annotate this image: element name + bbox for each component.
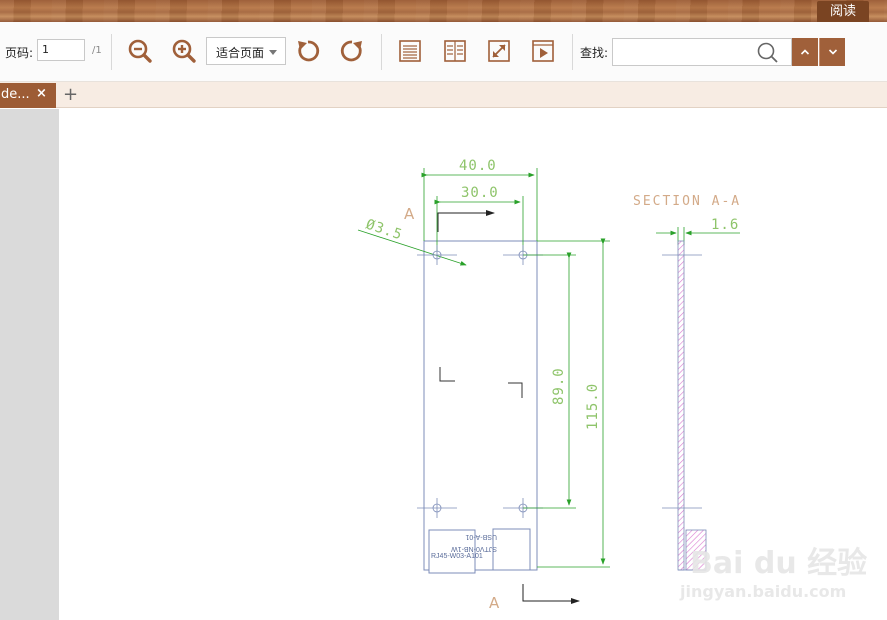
dimension-width-inner: 30.0 bbox=[461, 185, 499, 201]
usb-label-b: SJTV0-NB-1W bbox=[451, 545, 497, 552]
section-mark-top: A bbox=[404, 205, 415, 223]
rj45-label: RJ45-W03-A101 bbox=[431, 553, 483, 560]
section-mark-bottom: A bbox=[489, 594, 500, 612]
section-arrow-top bbox=[437, 210, 495, 232]
section-arrow-bottom bbox=[522, 584, 580, 604]
baidu-watermark: Bai du 经验 jingyan.baidu.com bbox=[679, 546, 867, 601]
cad-drawing: 40.0 30.0 Ø3.5 89.0 115.0 A A RJ45-W03-A… bbox=[357, 158, 867, 612]
section-title: SECTION A-A bbox=[633, 194, 741, 209]
usb-connector bbox=[492, 528, 531, 571]
read-mode-tab[interactable]: 阅读 bbox=[817, 1, 869, 22]
watermark-url: jingyan.baidu.com bbox=[679, 582, 846, 601]
dimension-height-inner: 89.0 bbox=[551, 367, 567, 405]
section-board bbox=[677, 240, 685, 571]
dimension-line bbox=[357, 229, 467, 266]
dimension-thickness: 1.6 bbox=[711, 217, 739, 233]
watermark-logo: Bai du 经验 bbox=[690, 546, 867, 581]
corner-mark bbox=[508, 382, 523, 398]
corner-mark bbox=[439, 367, 455, 382]
dimension-hole-diameter: Ø3.5 bbox=[364, 217, 405, 244]
usb-label-a: USB-A-01 bbox=[465, 533, 497, 540]
dimension-height-outer: 115.0 bbox=[585, 383, 601, 430]
board-outline bbox=[423, 240, 538, 571]
mounting-holes bbox=[417, 245, 543, 518]
dimension-width-outer: 40.0 bbox=[459, 158, 497, 174]
